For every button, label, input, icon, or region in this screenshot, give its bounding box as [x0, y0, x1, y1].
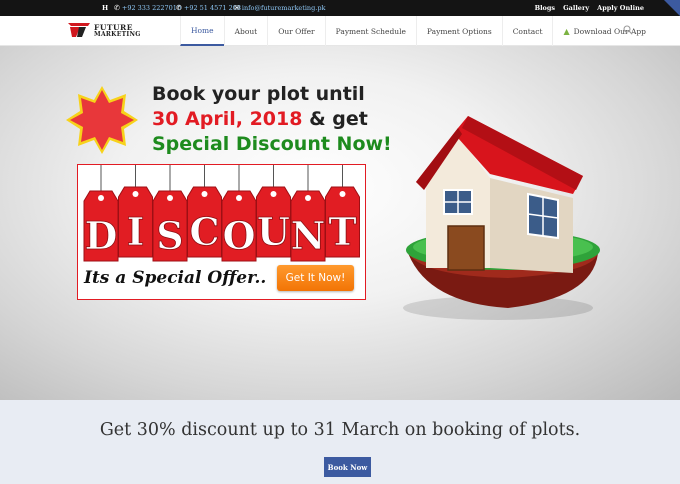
- promo-message: Get 30% discount up to 31 March on booki…: [99, 420, 581, 440]
- nav-item-home[interactable]: Home: [180, 16, 224, 46]
- discount-tag-letter: C: [189, 209, 219, 254]
- email-icon: ✉: [234, 4, 240, 12]
- nav-item-our-offer[interactable]: Our Offer: [267, 16, 324, 46]
- top-links: Blogs Gallery Apply Online: [535, 4, 644, 12]
- top-link-gallery[interactable]: Gallery: [563, 4, 589, 12]
- headline-line-2-rest: & get: [302, 108, 368, 130]
- headline-line-3: Special Discount Now!: [152, 133, 392, 155]
- top-bar: H ✆ +92 333 2227010 ✆ +92 51 4571 208 ✉ …: [0, 0, 680, 16]
- nav-menu: Home About Our Offer Payment Schedule Pa…: [180, 16, 656, 46]
- phone-icon: ✆: [114, 4, 120, 12]
- top-bar-h: H: [102, 4, 109, 12]
- discount-tag-3: S: [152, 165, 188, 262]
- hero-banner[interactable]: Book your plot until 30 April, 2018 & ge…: [0, 46, 680, 400]
- nav-label-payment-options: Payment Options: [426, 26, 492, 36]
- nav-item-contact[interactable]: Contact: [501, 16, 553, 46]
- discount-tag-2: I: [118, 165, 153, 258]
- discount-tag-8: T: [325, 165, 360, 258]
- nav-item-about[interactable]: About: [223, 16, 268, 46]
- main-nav: FUTURE MARKETING Home About Our Offer Pa…: [0, 16, 680, 46]
- discount-tag-1: D: [83, 165, 119, 262]
- discount-tag-letter: D: [85, 213, 118, 258]
- discount-tag-letter: I: [127, 209, 145, 254]
- email-text[interactable]: info@futuremarketing.pk: [242, 4, 326, 12]
- phone-1-text[interactable]: +92 333 2227010: [122, 4, 181, 12]
- phone-icon: ✆: [176, 4, 182, 12]
- logo-line-2: MARKETING: [94, 31, 141, 38]
- discount-tag-letter: T: [328, 209, 356, 254]
- nav-item-payment-options[interactable]: Payment Options: [415, 16, 502, 46]
- phone-contact-1[interactable]: ✆ +92 333 2227010: [114, 4, 181, 12]
- logo-mark-icon: [68, 23, 90, 37]
- discount-offer-box[interactable]: DISCOUNT Its a Special Offer.. Get It No…: [77, 164, 366, 300]
- email-contact[interactable]: ✉ info@futuremarketing.pk: [234, 4, 325, 12]
- nav-label-our-offer: Our Offer: [278, 26, 315, 36]
- nav-item-payment-schedule[interactable]: Payment Schedule: [324, 16, 416, 46]
- phone-2-text[interactable]: +92 51 4571 208: [184, 4, 241, 12]
- top-link-apply-online[interactable]: Apply Online: [597, 4, 644, 12]
- get-it-now-button[interactable]: Get It Now!: [277, 265, 354, 291]
- nav-label-payment-schedule: Payment Schedule: [335, 26, 406, 36]
- book-now-button[interactable]: Book Now: [324, 457, 371, 477]
- discount-tag-letter: O: [222, 213, 255, 258]
- nav-label-about: About: [234, 26, 258, 36]
- special-offer-text: Its a Special Offer..: [84, 268, 267, 288]
- nav-label-home: Home: [191, 25, 214, 35]
- headline-date: 30 April, 2018: [152, 108, 303, 130]
- discount-tag-5: O: [221, 165, 257, 262]
- corner-ribbon: [664, 0, 680, 16]
- hero-headline: Book your plot until 30 April, 2018 & ge…: [152, 82, 392, 157]
- site-logo[interactable]: FUTURE MARKETING: [66, 22, 146, 42]
- nav-label-download-app: Download Our App: [573, 26, 646, 36]
- house-illustration: [403, 116, 600, 320]
- headline-line-2: 30 April, 2018 & get: [152, 107, 392, 132]
- nav-item-download-app[interactable]: ▲ Download Our App: [552, 16, 655, 46]
- search-icon[interactable]: [623, 25, 633, 35]
- nav-label-contact: Contact: [512, 26, 543, 36]
- android-icon: ▲: [563, 26, 570, 36]
- star-burst-icon: [66, 86, 138, 154]
- phone-contact-2[interactable]: ✆ +92 51 4571 208: [176, 4, 241, 12]
- discount-tag-7: N: [290, 165, 326, 262]
- top-link-blogs[interactable]: Blogs: [535, 4, 556, 12]
- headline-line-1: Book your plot until: [152, 83, 365, 105]
- discount-tag-6: U: [256, 165, 291, 258]
- discount-tag-letter: N: [291, 213, 326, 258]
- discount-tag-letter: S: [156, 213, 183, 258]
- discount-tag-4: C: [187, 165, 222, 258]
- discount-tag-letter: U: [257, 209, 290, 254]
- promo-band: Get 30% discount up to 31 March on booki…: [0, 400, 680, 484]
